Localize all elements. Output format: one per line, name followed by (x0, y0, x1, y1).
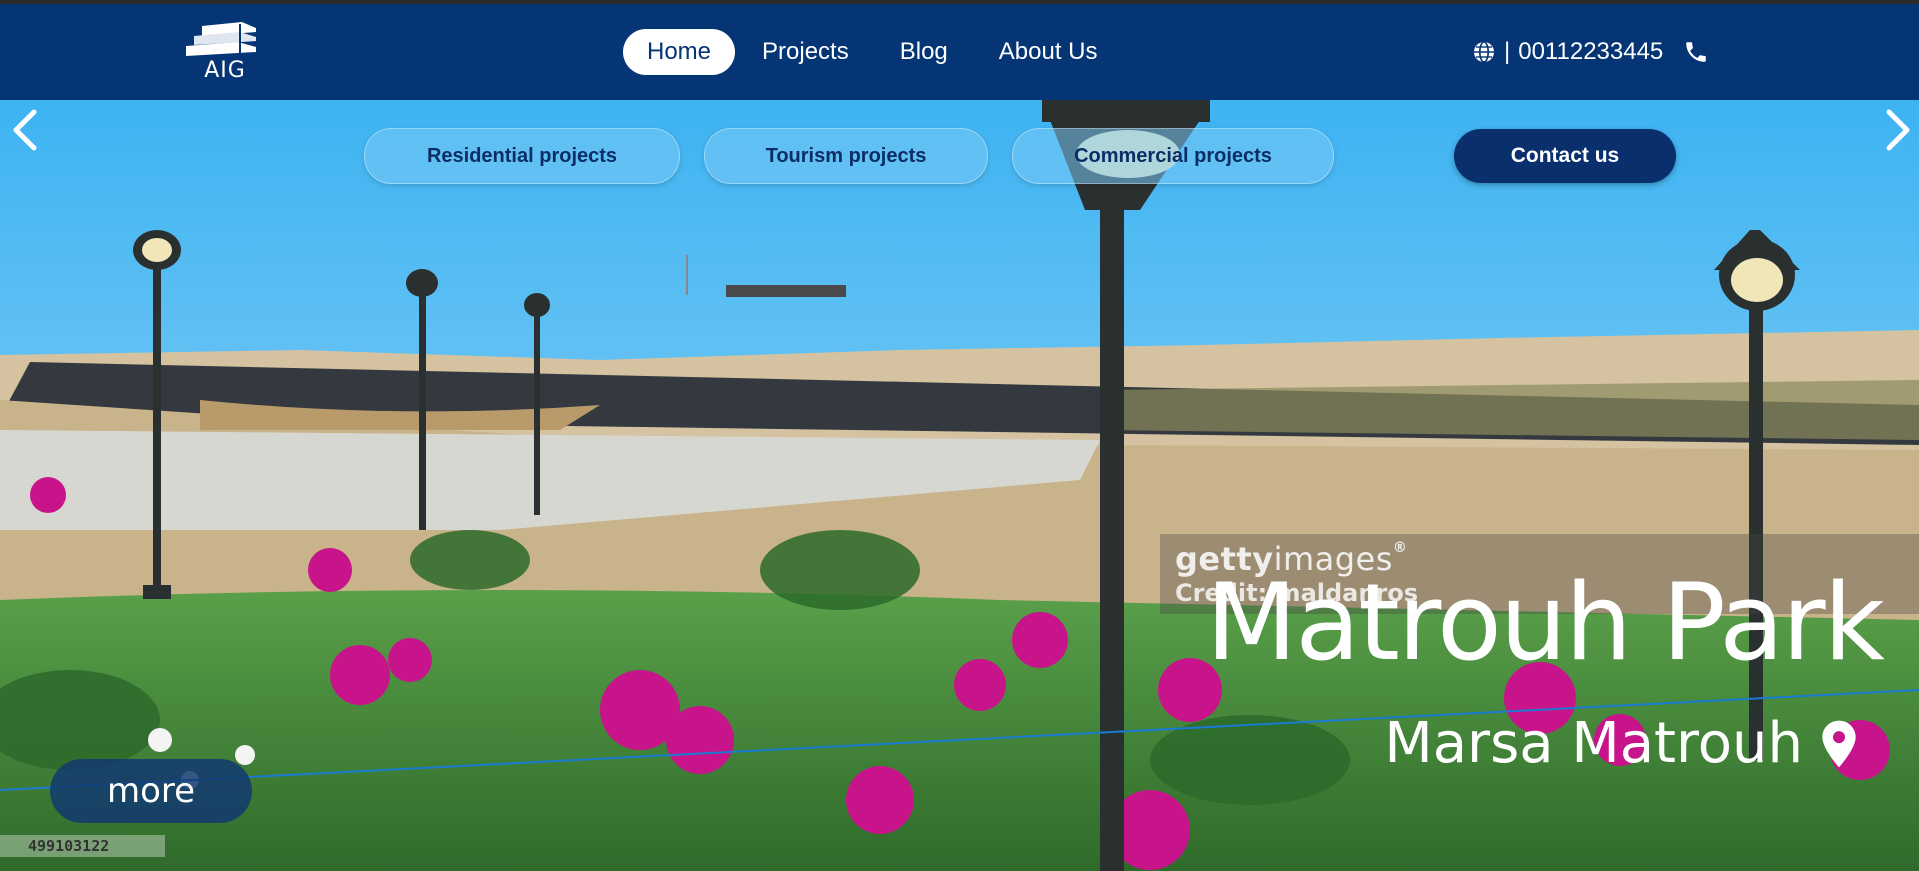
phone-icon[interactable] (1683, 39, 1709, 65)
residential-projects-button[interactable]: Residential projects (364, 128, 680, 184)
site-logo[interactable]: AIG (178, 18, 272, 88)
main-nav: Home Projects Blog About Us (623, 28, 1125, 76)
chevron-right-icon[interactable] (1877, 100, 1917, 160)
contact-us-button[interactable]: Contact us (1454, 129, 1676, 183)
chevron-left-icon[interactable] (6, 100, 46, 160)
project-title: Matrouh Park (1205, 561, 1885, 684)
commercial-projects-button[interactable]: Commercial projects (1012, 128, 1334, 184)
map-pin-icon (1822, 720, 1856, 768)
image-id-label: 499103122 (0, 835, 165, 857)
logo-text: AIG (204, 58, 246, 83)
logo-building-icon (186, 22, 256, 56)
tourism-projects-button[interactable]: Tourism projects (704, 128, 988, 184)
nav-home[interactable]: Home (623, 29, 736, 75)
project-location-text: Marsa Matrouh (1384, 711, 1803, 776)
project-location: Marsa Matrouh (1384, 716, 1859, 772)
hero-slider: Residential projects Tourism projects Co… (0, 100, 1919, 871)
more-button[interactable]: more (50, 759, 252, 823)
phone-number[interactable]: 00112233445 (1518, 38, 1663, 66)
nav-about-us[interactable]: About Us (975, 29, 1122, 75)
site-header: AIG Home Projects Blog About Us | 001122… (0, 4, 1919, 101)
contact-separator: | (1504, 38, 1511, 65)
nav-projects[interactable]: Projects (738, 29, 873, 75)
nav-blog[interactable]: Blog (876, 29, 972, 75)
contact-info: | 00112233445 (1472, 34, 1709, 70)
globe-icon[interactable] (1472, 40, 1496, 64)
